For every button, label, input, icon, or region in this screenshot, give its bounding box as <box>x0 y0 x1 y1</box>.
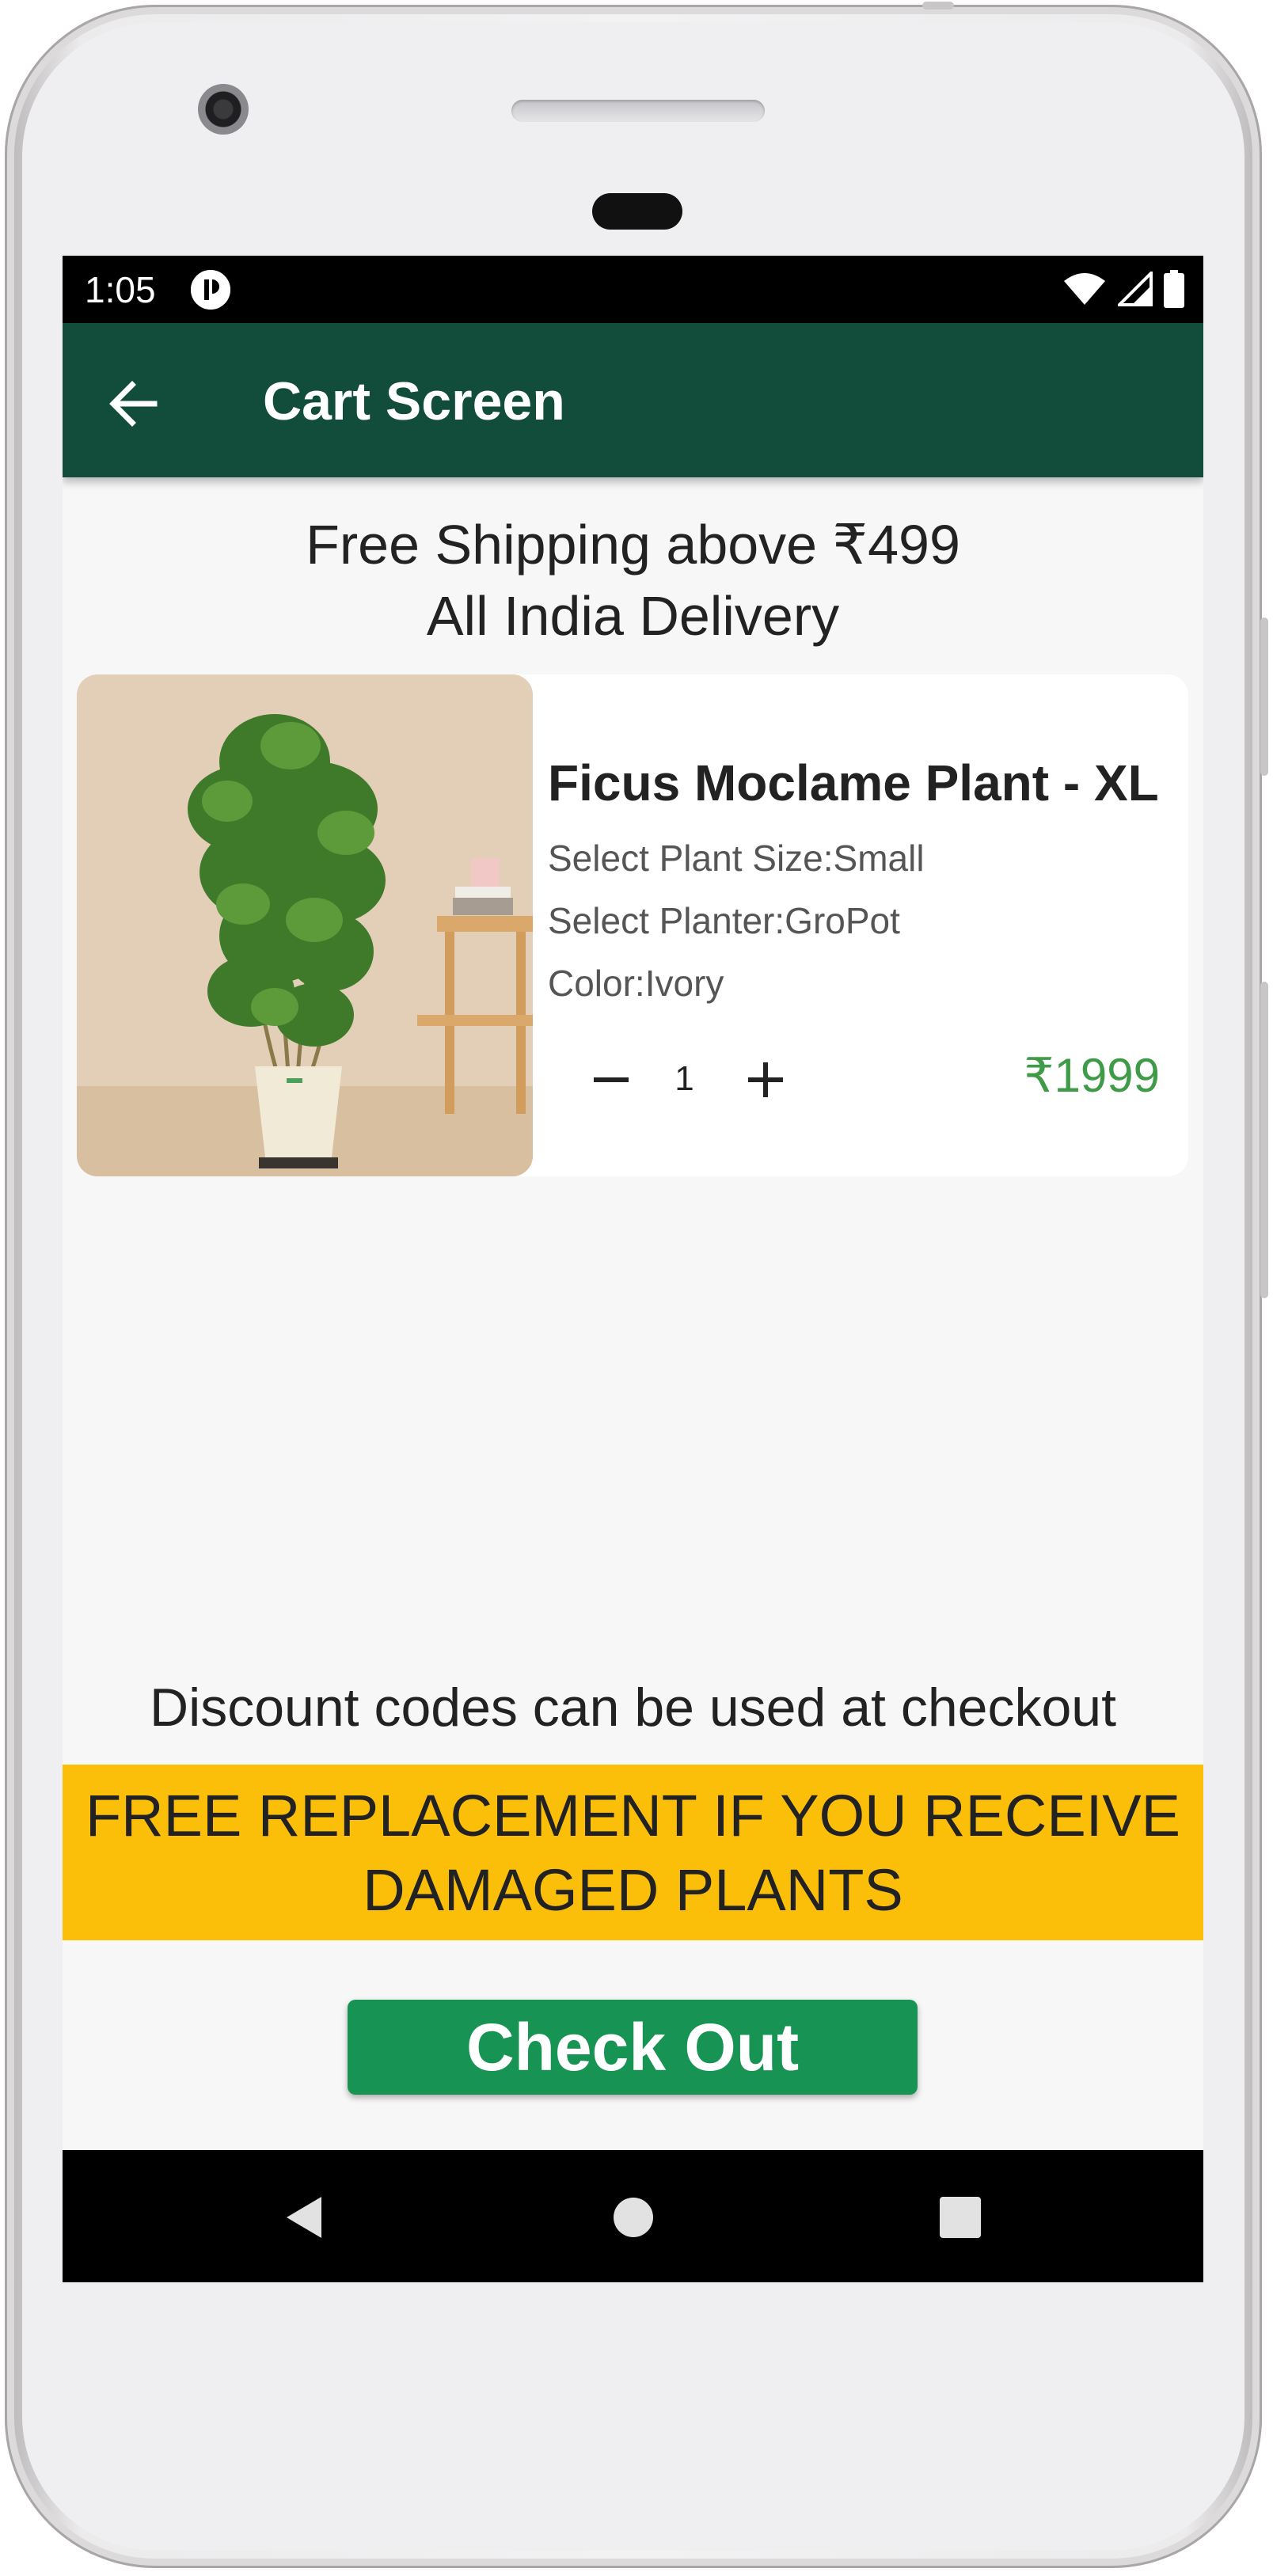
nav-home-button[interactable] <box>602 2186 665 2249</box>
item-price: ₹1999 <box>1024 1049 1160 1102</box>
top-edge-button <box>922 2 954 9</box>
product-name[interactable]: Ficus Moclame Plant - XL <box>548 754 1159 812</box>
discount-note: Discount codes can be used at checkout <box>150 1677 1116 1738</box>
status-bar: 1:05 <box>63 256 1203 323</box>
notification-app-icon <box>191 270 230 310</box>
minus-icon <box>594 1077 629 1082</box>
battery-icon <box>1164 270 1184 308</box>
navigation-bar <box>63 2150 1203 2282</box>
status-time: 1:05 <box>85 269 156 310</box>
cart-item-card[interactable]: Ficus Moclame Plant - XL Select Plant Si… <box>77 674 1188 1176</box>
color-option: Color:Ivory <box>548 963 724 1004</box>
signal-icon <box>1118 272 1153 306</box>
nav-home-icon <box>614 2198 653 2237</box>
shipping-info: Free Shipping above ₹499 All India Deliv… <box>63 509 1203 652</box>
increase-quantity-button[interactable] <box>738 1052 793 1108</box>
nav-recents-button[interactable] <box>929 2186 992 2249</box>
decrease-quantity-button[interactable] <box>583 1052 639 1108</box>
wifi-icon <box>1064 273 1105 305</box>
nav-back-icon <box>287 2197 321 2238</box>
proximity-sensor <box>592 193 682 230</box>
earpiece-speaker <box>511 100 765 122</box>
plant-size-option: Select Plant Size:Small <box>548 838 925 879</box>
banner-line-1: FREE REPLACEMENT IF YOU RECEIVE <box>85 1783 1181 1848</box>
checkout-button[interactable]: Check Out <box>348 2000 918 2095</box>
page-title: Cart Screen <box>263 371 565 431</box>
back-button[interactable] <box>102 372 165 435</box>
shipping-line: Free Shipping above ₹499 <box>306 514 960 576</box>
product-image[interactable] <box>77 674 533 1176</box>
banner-line-2: DAMAGED PLANTS <box>363 1857 903 1923</box>
back-arrow-icon <box>109 381 158 427</box>
replacement-banner: FREE REPLACEMENT IF YOU RECEIVE DAMAGED … <box>63 1765 1203 1940</box>
screen: 1:05 Cart Screen Free Shipping above ₹49… <box>63 256 1203 2282</box>
planter-option: Select Planter:GroPot <box>548 900 900 941</box>
status-icons <box>1062 267 1184 311</box>
app-bar: Cart Screen <box>63 323 1203 477</box>
nav-back-button[interactable] <box>274 2186 337 2249</box>
plus-icon <box>748 1062 783 1097</box>
power-button <box>1260 982 1268 1298</box>
front-camera <box>198 84 249 135</box>
nav-recents-icon <box>940 2197 981 2238</box>
volume-button <box>1260 617 1268 776</box>
quantity-value: 1 <box>674 1059 694 1098</box>
delivery-line: All India Delivery <box>426 585 840 647</box>
